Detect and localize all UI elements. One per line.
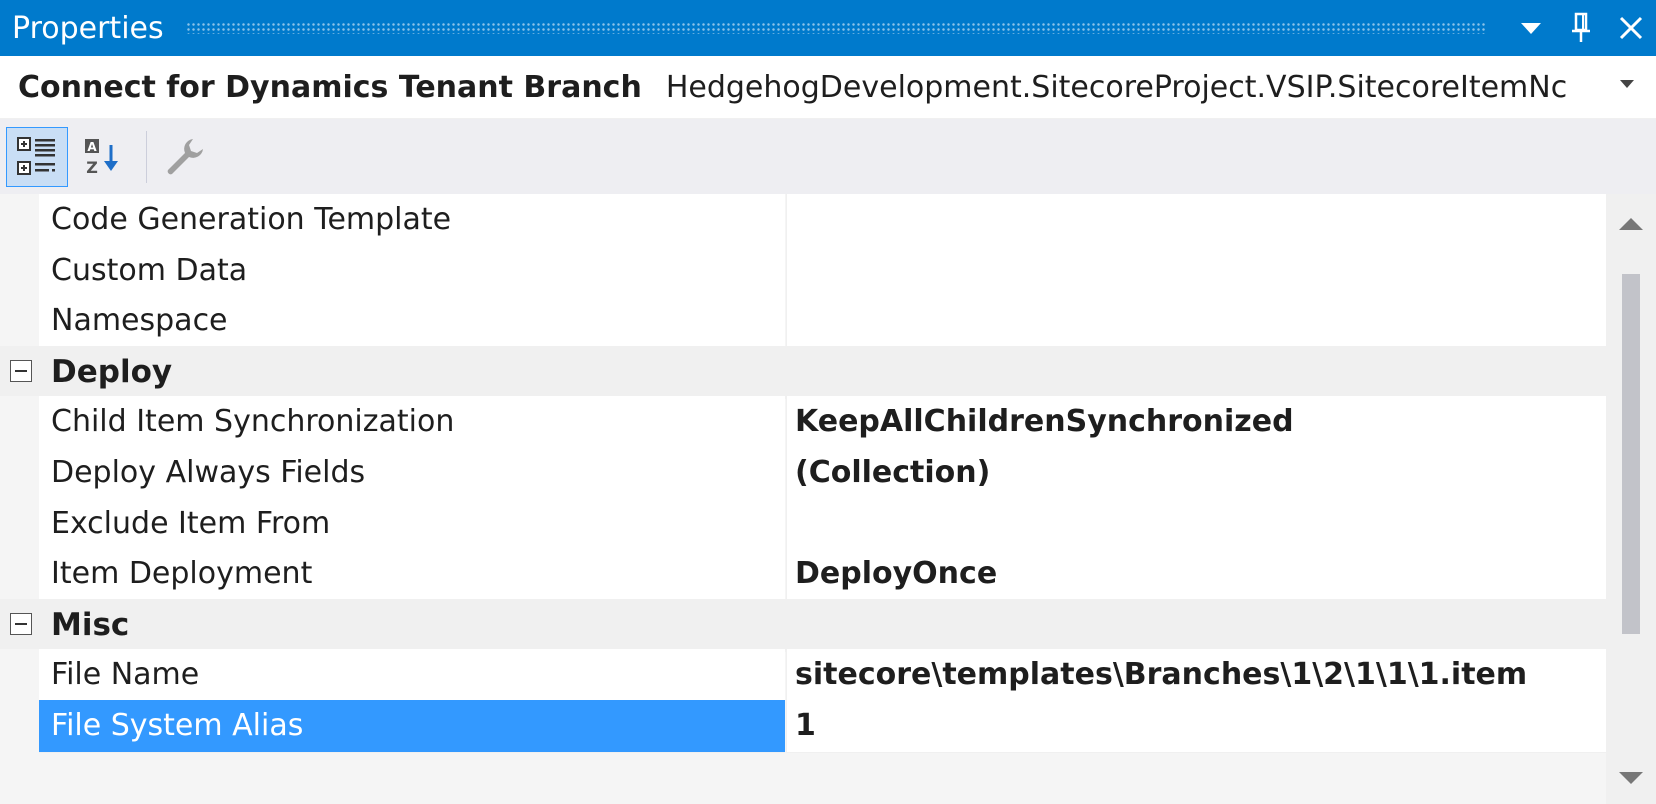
row-gutter [0, 548, 39, 601]
close-button[interactable] [1606, 0, 1656, 56]
property-row[interactable]: Child Item Synchronization KeepAllChildre… [0, 396, 1606, 449]
sort-alphabetical-icon: A Z [85, 139, 118, 177]
property-value[interactable] [786, 245, 1606, 298]
category-label: Misc [51, 607, 130, 643]
svg-text:Z: Z [86, 158, 98, 177]
close-icon [1619, 16, 1643, 40]
toolbar-separator [146, 131, 147, 183]
pin-button[interactable] [1556, 0, 1606, 56]
row-gutter [0, 396, 39, 449]
property-value[interactable]: 1 [786, 700, 1606, 753]
scroll-up-arrow-icon[interactable] [1606, 204, 1656, 244]
property-row[interactable]: Namespace [0, 295, 1606, 348]
property-name[interactable]: Code Generation Template [39, 194, 785, 247]
window-title: Properties [12, 10, 164, 46]
wrench-icon [167, 139, 203, 175]
property-row[interactable]: File Name sitecore\templates\Branches\1\2… [0, 649, 1606, 702]
property-value[interactable]: (Collection) [786, 447, 1606, 500]
vertical-scrollbar[interactable] [1606, 194, 1656, 804]
category-row[interactable]: Misc [0, 599, 1606, 652]
property-name[interactable]: Custom Data [39, 245, 785, 298]
collapse-minus-icon[interactable] [10, 360, 32, 382]
row-gutter [0, 295, 39, 348]
categorized-button[interactable] [6, 127, 68, 187]
alphabetical-button[interactable]: A Z [70, 127, 132, 187]
property-name[interactable]: Namespace [39, 295, 785, 348]
triangle-down-icon [1521, 23, 1541, 34]
property-row[interactable]: Custom Data [0, 245, 1606, 298]
row-gutter [0, 194, 39, 247]
object-name: Connect for Dynamics Tenant Branch [18, 69, 642, 105]
property-value[interactable]: DeployOnce [786, 548, 1606, 601]
property-row[interactable]: Item Deployment DeployOnce [0, 548, 1606, 601]
chevron-down-icon[interactable] [1620, 80, 1634, 88]
scroll-thumb[interactable] [1622, 274, 1640, 634]
row-gutter [0, 649, 39, 702]
property-value[interactable] [786, 295, 1606, 348]
property-row[interactable]: Deploy Always Fields (Collection) [0, 447, 1606, 500]
row-gutter [0, 447, 39, 500]
object-type: HedgehogDevelopment.SitecoreProject.VSIP… [665, 69, 1568, 105]
category-label: Deploy [51, 354, 173, 390]
window-dropdown-button[interactable] [1506, 0, 1556, 56]
category-row[interactable]: Deploy [0, 346, 1606, 399]
property-row[interactable]: Exclude Item From [0, 498, 1606, 551]
toolbar: A Z [0, 119, 1656, 194]
property-name[interactable]: File System Alias [39, 700, 785, 753]
property-row[interactable]: Code Generation Template [0, 194, 1606, 247]
property-name[interactable]: Exclude Item From [39, 498, 785, 551]
object-selector[interactable]: Connect for Dynamics Tenant Branch Hedge… [0, 56, 1656, 119]
pin-icon [1572, 12, 1590, 42]
property-row[interactable]: File System Alias 1 [0, 700, 1606, 753]
property-name[interactable]: Child Item Synchronization [39, 396, 785, 449]
property-name[interactable]: Item Deployment [39, 548, 785, 601]
title-grip[interactable] [185, 22, 1486, 34]
categorized-view-icon [17, 137, 55, 175]
row-gutter [0, 700, 39, 753]
property-name[interactable]: File Name [39, 649, 785, 702]
row-gutter [0, 498, 39, 551]
property-grid: Code Generation Template Custom Data Names… [0, 194, 1606, 804]
property-value[interactable]: sitecore\templates\Branches\1\2\1\1\1.it… [786, 649, 1606, 702]
row-gutter [0, 245, 39, 298]
title-bar[interactable]: Properties [0, 0, 1656, 56]
property-value[interactable] [786, 194, 1606, 247]
properties-window: Properties Connect for Dynamics Tenant B… [0, 0, 1656, 804]
scroll-down-arrow-icon[interactable] [1606, 756, 1656, 796]
svg-text:A: A [87, 140, 97, 154]
collapse-minus-icon[interactable] [10, 613, 32, 635]
property-name[interactable]: Deploy Always Fields [39, 447, 785, 500]
property-value[interactable]: KeepAllChildrenSynchronized [786, 396, 1606, 449]
property-value[interactable] [786, 498, 1606, 551]
property-pages-button[interactable] [154, 127, 216, 187]
